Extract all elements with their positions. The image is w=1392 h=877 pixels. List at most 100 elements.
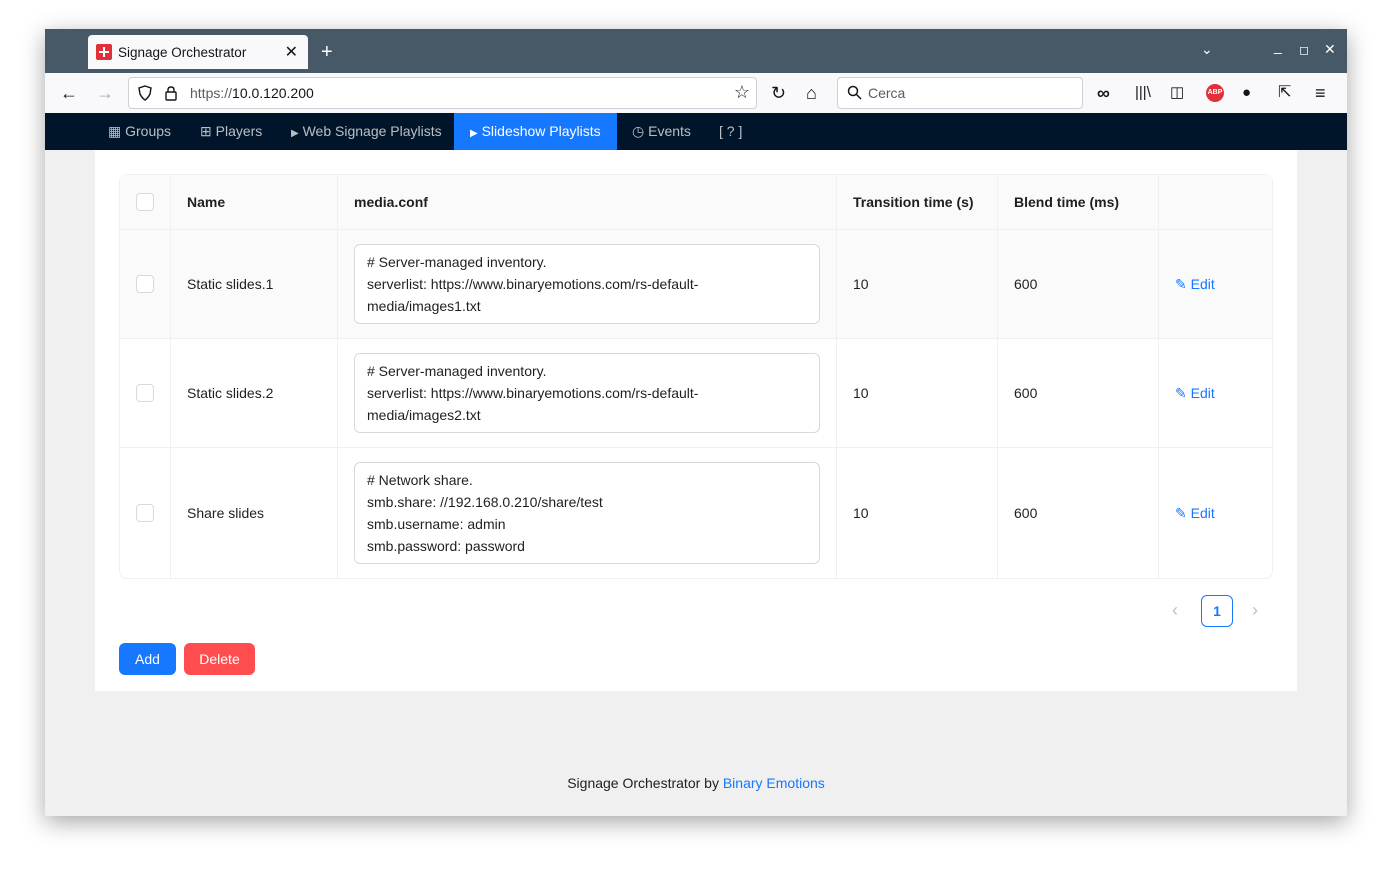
search-bar[interactable]: Cerca xyxy=(837,77,1083,109)
media-conf-cell: # Server-managed inventory. serverlist: … xyxy=(338,230,837,339)
col-transition-time[interactable]: Transition time (s) xyxy=(837,175,998,230)
actions-cell: ✎ Edit xyxy=(1159,448,1272,578)
search-placeholder: Cerca xyxy=(868,85,906,101)
footer-link[interactable]: Binary Emotions xyxy=(723,775,825,791)
nav-item-slideshow-playlists[interactable]: ▶ Slideshow Playlists xyxy=(454,113,617,150)
table-header-row: Name media.conf Transition time (s) Blen… xyxy=(120,175,1272,230)
nav-label-players: Players xyxy=(215,123,263,139)
page-1-button[interactable]: 1 xyxy=(1201,595,1233,627)
playlist-table: Name media.conf Transition time (s) Blen… xyxy=(119,174,1273,579)
url-text[interactable]: https://10.0.120.200 xyxy=(190,85,314,101)
slideshow-playlist-icon: ▶ xyxy=(470,128,478,139)
row-select-cell xyxy=(120,230,171,339)
reload-icon[interactable]: ↻ xyxy=(771,83,786,103)
delete-button[interactable]: Delete xyxy=(184,643,255,675)
extensions-icon[interactable]: ⇱ xyxy=(1278,83,1291,103)
maximize-icon[interactable]: ◻ xyxy=(1299,43,1309,57)
transition-time: 10 xyxy=(837,448,998,578)
footer: Signage Orchestrator by Binary Emotions xyxy=(45,775,1347,791)
transition-time: 10 xyxy=(837,339,998,448)
edit-link[interactable]: ✎ Edit xyxy=(1175,385,1215,401)
playlist-name: Static slides.2 xyxy=(171,339,338,448)
tab-close-icon[interactable]: ✕ xyxy=(285,42,298,62)
extension-toggle-icon[interactable]: ● xyxy=(1242,83,1251,103)
nav-item-help[interactable]: [ ? ] xyxy=(719,113,742,150)
media-conf-text: # Server-managed inventory. serverlist: … xyxy=(354,244,820,324)
edit-link[interactable]: ✎ Edit xyxy=(1175,505,1215,521)
close-window-icon[interactable]: ✕ xyxy=(1324,41,1336,58)
app-nav: ▦ Groups ⊞ Players ▶ Web Signage Playlis… xyxy=(45,113,1347,150)
blend-time: 600 xyxy=(998,448,1159,578)
players-icon: ⊞ xyxy=(200,123,212,139)
forward-icon[interactable]: → xyxy=(96,83,114,103)
next-page-icon[interactable]: › xyxy=(1252,600,1258,621)
main-content: Name media.conf Transition time (s) Blen… xyxy=(95,150,1297,691)
select-all-checkbox[interactable] xyxy=(136,193,154,212)
edit-pencil-icon: ✎ xyxy=(1175,384,1187,401)
row-select-cell xyxy=(120,339,171,448)
favicon-icon xyxy=(96,44,112,60)
nav-item-groups[interactable]: ▦ Groups xyxy=(108,113,171,150)
actions-cell: ✎ Edit xyxy=(1159,230,1272,339)
row-checkbox[interactable] xyxy=(136,504,154,523)
blend-time: 600 xyxy=(998,230,1159,339)
nav-label-groups: Groups xyxy=(125,123,172,139)
edit-link[interactable]: ✎ Edit xyxy=(1175,276,1215,292)
add-button[interactable]: Add xyxy=(119,643,176,675)
lock-icon[interactable] xyxy=(163,85,179,101)
sidebar-icon[interactable]: ◫ xyxy=(1170,83,1184,103)
nav-item-web-signage-playlists[interactable]: ▶ Web Signage Playlists xyxy=(291,113,442,150)
nav-item-events[interactable]: ◷ Events xyxy=(632,113,691,150)
nav-label-help: [ ? ] xyxy=(719,123,743,139)
media-conf-text: # Network share. smb.share: //192.168.0.… xyxy=(354,462,820,564)
menu-icon[interactable]: ≡ xyxy=(1315,83,1326,103)
shield-icon[interactable] xyxy=(137,85,153,101)
actions-cell: ✎ Edit xyxy=(1159,339,1272,448)
tab-title: Signage Orchestrator xyxy=(118,44,247,60)
media-conf-cell: # Network share. smb.share: //192.168.0.… xyxy=(338,448,837,578)
col-blend-time[interactable]: Blend time (ms) xyxy=(998,175,1159,230)
new-tab-button[interactable]: + xyxy=(321,41,333,64)
table-row: Static slides.2 # Server-managed invento… xyxy=(120,339,1272,448)
back-icon[interactable]: ← xyxy=(60,83,78,103)
nav-label-events: Events xyxy=(648,123,691,139)
col-media-conf[interactable]: media.conf xyxy=(338,175,837,230)
footer-text: Signage Orchestrator by xyxy=(567,775,723,791)
media-conf-text: # Server-managed inventory. serverlist: … xyxy=(354,353,820,433)
transition-time: 10 xyxy=(837,230,998,339)
media-conf-cell: # Server-managed inventory. serverlist: … xyxy=(338,339,837,448)
adblock-icon[interactable]: ABP xyxy=(1206,84,1224,102)
private-mask-icon[interactable]: ∞ xyxy=(1097,83,1110,103)
browser-navbar: ← → https://10.0.120.200 ☆ ↻ ⌂ Cerca ∞ |… xyxy=(45,73,1347,114)
nav-item-players[interactable]: ⊞ Players xyxy=(200,113,262,150)
edit-pencil-icon: ✎ xyxy=(1175,504,1187,521)
blend-time: 600 xyxy=(998,339,1159,448)
table-row: Share slides # Network share. smb.share:… xyxy=(120,448,1272,578)
url-bar[interactable]: https://10.0.120.200 ☆ xyxy=(128,77,757,109)
edit-pencil-icon: ✎ xyxy=(1175,275,1187,292)
select-all-cell xyxy=(120,175,171,230)
col-actions xyxy=(1159,175,1272,230)
browser-tab[interactable]: Signage Orchestrator ✕ xyxy=(88,35,308,69)
bookmark-star-icon[interactable]: ☆ xyxy=(734,82,750,103)
table-row: Static slides.1 # Server-managed invento… xyxy=(120,230,1272,339)
home-icon[interactable]: ⌂ xyxy=(806,83,817,103)
col-name[interactable]: Name xyxy=(171,175,338,230)
search-icon xyxy=(847,85,862,100)
browser-window: Signage Orchestrator ✕ + ⌄ _ ◻ ✕ ← → htt… xyxy=(45,29,1347,816)
row-checkbox[interactable] xyxy=(136,275,154,294)
nav-label-web-signage-playlists: Web Signage Playlists xyxy=(302,123,442,139)
web-playlist-icon: ▶ xyxy=(291,128,299,139)
minimize-icon[interactable]: _ xyxy=(1274,38,1282,54)
list-all-tabs-icon[interactable]: ⌄ xyxy=(1201,41,1213,58)
groups-icon: ▦ xyxy=(108,123,122,139)
prev-page-icon[interactable]: ‹ xyxy=(1172,600,1178,621)
row-select-cell xyxy=(120,448,171,578)
tab-bar: Signage Orchestrator ✕ + ⌄ _ ◻ ✕ xyxy=(45,29,1347,73)
row-checkbox[interactable] xyxy=(136,384,154,403)
playlist-name: Static slides.1 xyxy=(171,230,338,339)
playlist-name: Share slides xyxy=(171,448,338,578)
nav-label-slideshow-playlists: Slideshow Playlists xyxy=(481,123,601,139)
library-icon[interactable]: |||\ xyxy=(1135,83,1151,103)
events-icon: ◷ xyxy=(632,123,645,139)
